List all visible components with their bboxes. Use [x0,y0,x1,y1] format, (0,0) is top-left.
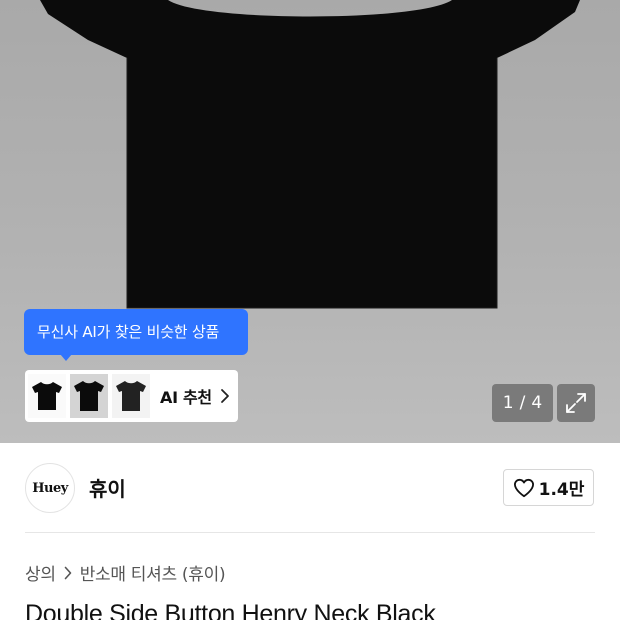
ai-thumb-1[interactable] [28,374,66,418]
tshirt-thumbnail-icon [116,381,146,411]
image-counter: 1/4 [492,384,553,422]
brand-row: Huey 휴이 1.4만 [0,443,620,533]
image-counter-total: 4 [531,393,543,413]
chevron-right-icon [64,566,72,580]
tshirt-thumbnail-icon [74,381,104,411]
ai-recommend-label: AI 추천 [160,388,212,407]
product-image-carousel[interactable]: 무신사 AI가 찾은 비슷한 상품 AI 추천 1/4 [0,0,620,443]
brand-logo[interactable]: Huey [25,463,75,513]
like-count: 1.4만 [538,480,585,500]
heart-outline-icon [513,478,534,497]
breadcrumb-item-subcategory[interactable]: 반소매 티셔츠 (휴이) [80,560,226,585]
tshirt-thumbnail-icon [32,382,62,410]
breadcrumb-item-category[interactable]: 상의 [25,560,56,585]
ai-thumb-2[interactable] [70,374,108,418]
chevron-right-icon [220,388,230,404]
breadcrumb: 상의 반소매 티셔츠 (휴이) [25,560,226,585]
expand-arrows-icon [566,393,586,413]
divider [25,532,595,533]
ai-similar-tooltip: 무신사 AI가 찾은 비슷한 상품 [24,309,248,361]
image-counter-separator: / [519,393,526,413]
brand-name-link[interactable]: 휴이 [89,473,126,502]
product-title: Double Side Button Henry Neck Black [25,600,436,620]
brand-logo-text: Huey [32,480,68,496]
ai-recommend-button[interactable]: AI 추천 [25,370,238,422]
expand-image-button[interactable] [557,384,595,422]
ai-thumb-3[interactable] [112,374,150,418]
image-counter-current: 1 [502,393,514,413]
like-button[interactable]: 1.4만 [503,469,594,506]
